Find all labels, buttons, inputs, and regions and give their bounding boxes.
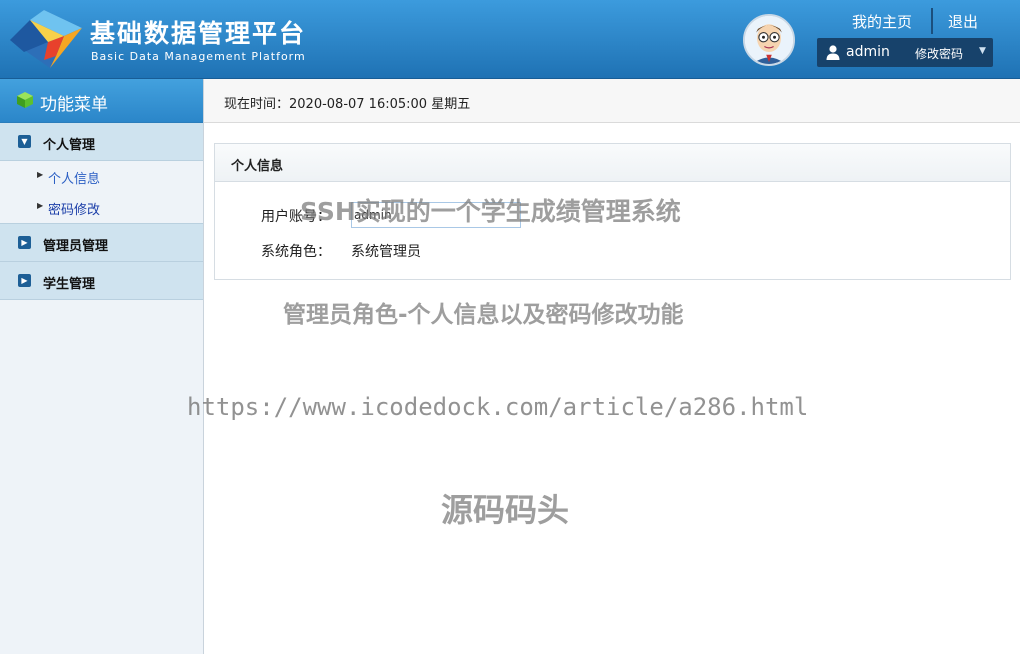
role-value: 系统管理员 <box>351 244 421 260</box>
sidebar-group-label: 学生管理 <box>43 277 96 292</box>
role-label: 系统角色： <box>261 244 331 260</box>
home-link[interactable]: 我的主页 <box>852 11 912 32</box>
account-input[interactable] <box>351 202 521 228</box>
sidebar-item-label: 密码修改 <box>48 203 101 218</box>
sidebar-item-label: 个人信息 <box>48 172 101 187</box>
watermark-brand: 源码码头 <box>441 491 570 529</box>
sidebar-item-change-password[interactable]: ▶ 密码修改 <box>0 192 203 223</box>
top-header: 基础数据管理平台 Basic Data Management Platform … <box>0 0 1020 79</box>
arrow-right-icon: ▶ <box>37 170 44 179</box>
collapse-icon: ▼ <box>18 135 31 148</box>
user-dropdown[interactable]: admin 修改密码 ▼ <box>817 38 993 67</box>
expand-icon: ▶ <box>18 236 31 249</box>
header-divider <box>931 8 933 34</box>
sidebar-item-personal-info[interactable]: ▶ 个人信息 <box>0 161 203 192</box>
personal-info-panel: 个人信息 用户账号： 系统角色： 系统管理员 <box>214 143 1011 280</box>
current-time-text: 现在时间：2020-08-07 16:05:00 星期五 <box>224 97 471 112</box>
avatar-icon[interactable] <box>743 14 795 66</box>
sidebar-group-student[interactable]: ▶ 学生管理 <box>0 262 203 300</box>
arrow-right-icon: ▶ <box>37 201 44 210</box>
username-label: admin <box>846 44 890 60</box>
sidebar-group-label: 个人管理 <box>43 138 96 153</box>
app-title: 基础数据管理平台 <box>90 19 307 48</box>
current-time-bar: 现在时间：2020-08-07 16:05:00 星期五 <box>204 79 1020 123</box>
app-subtitle: Basic Data Management Platform <box>91 50 306 63</box>
sidebar-heading-label: 功能菜单 <box>40 95 108 115</box>
sidebar-group-admin[interactable]: ▶ 管理员管理 <box>0 223 203 262</box>
caret-down-icon[interactable]: ▼ <box>979 46 986 56</box>
watermark-url: https://www.icodedock.com/article/a286.h… <box>187 393 809 421</box>
sidebar: 功能菜单 ▼ 个人管理 ▶ 个人信息 ▶ 密码修改 ▶ 管理员管理 ▶ 学生管理 <box>0 79 204 654</box>
panel-title: 个人信息 <box>231 159 284 174</box>
panel-header: 个人信息 <box>215 144 1010 182</box>
cube-logo-icon <box>10 10 82 68</box>
account-label: 用户账号： <box>261 209 331 225</box>
sidebar-group-label: 管理员管理 <box>43 239 109 254</box>
change-password-link[interactable]: 修改密码 <box>915 45 963 62</box>
user-icon <box>826 45 840 60</box>
cube-icon <box>17 92 33 108</box>
logout-link[interactable]: 退出 <box>948 11 978 32</box>
watermark-subtitle: 管理员角色-个人信息以及密码修改功能 <box>283 302 684 328</box>
expand-icon: ▶ <box>18 274 31 287</box>
sidebar-group-personal[interactable]: ▼ 个人管理 <box>0 123 203 161</box>
sidebar-heading: 功能菜单 <box>0 79 203 123</box>
